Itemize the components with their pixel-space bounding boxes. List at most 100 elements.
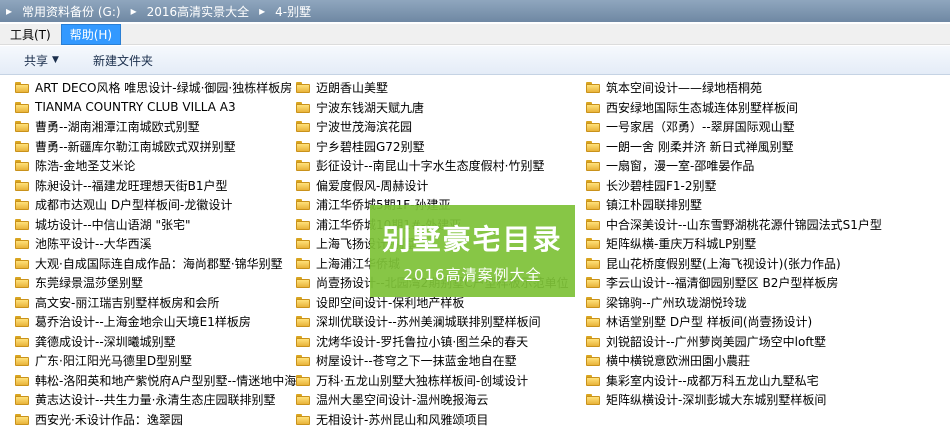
watermark-banner: 别墅豪宅目录 2016高清案例大全 (370, 205, 575, 297)
folder-icon (15, 277, 29, 289)
folder-icon (586, 82, 600, 94)
folder-item[interactable]: 彭征设计--南昆山十字水生态度假村·竹别墅 (296, 156, 569, 176)
folder-item[interactable]: 宁乡碧桂园G72别墅 (296, 137, 569, 157)
folder-icon (15, 199, 29, 211)
folder-item[interactable]: 昆山花桥度假别墅(上海飞视设计)(张力作品) (586, 254, 882, 274)
folder-item[interactable]: 池陈平设计--大华西溪 (15, 234, 296, 254)
folder-name: 筑本空间设计——绿地梧桐苑 (606, 81, 763, 96)
folder-item[interactable]: 一号家居（邓勇）--翠屏国际观山墅 (586, 117, 882, 137)
menu-bar: 工具(T) 帮助(H) (0, 23, 950, 45)
folder-item[interactable]: 陈昶设计--福建龙旺理想天街B1户型 (15, 176, 296, 196)
folder-item[interactable]: 曹勇--湖南湘潭江南城欧式别墅 (15, 117, 296, 137)
folder-icon (15, 238, 29, 250)
folder-item[interactable]: 深圳优联设计--苏州美澜城联排别墅样板间 (296, 312, 569, 332)
folder-item[interactable]: 偏爱度假风-周赫设计 (296, 176, 569, 196)
folder-item[interactable]: 梁锦驹--广州玖珑湖悦玲珑 (586, 293, 882, 313)
folder-item[interactable]: 万科·五龙山别墅大独栋样板间-创域设计 (296, 371, 569, 391)
folder-item[interactable]: 一朗一舍 刚柔并济 新日式禅風别墅 (586, 137, 882, 157)
folder-item[interactable]: 镇江朴园联排别墅 (586, 195, 882, 215)
folder-icon (586, 179, 600, 191)
folder-item[interactable]: 高文安-丽江瑞吉别墅样板房和会所 (15, 293, 296, 313)
folder-item[interactable]: 宁波世茂海滨花园 (296, 117, 569, 137)
folder-name: 高文安-丽江瑞吉别墅样板房和会所 (35, 295, 220, 310)
banner-subtitle: 2016高清案例大全 (403, 265, 542, 284)
folder-name: 宁波世茂海滨花园 (316, 120, 413, 135)
folder-item[interactable]: 成都市达观山 D户型样板间-龙徽设计 (15, 195, 296, 215)
folder-icon (15, 355, 29, 367)
folder-icon (296, 121, 310, 133)
folder-item[interactable]: 东莞绿景温莎堡别墅 (15, 273, 296, 293)
folder-item[interactable]: 集彩室内设计--成都万科五龙山九墅私宅 (586, 371, 882, 391)
folder-item[interactable]: 黄志达设计--共生力量·永清生态庄园联排别墅 (15, 390, 296, 410)
folder-item[interactable]: 迈朗香山美墅 (296, 78, 569, 98)
folder-item[interactable]: 刘锐韶设计--广州萝岗美园广场空中loft墅 (586, 332, 882, 352)
folder-icon (586, 218, 600, 230)
folder-name: 一朗一舍 刚柔并济 新日式禅風别墅 (606, 139, 794, 154)
folder-name: 温州大墨空间设计-温州晚报海云 (316, 393, 489, 408)
folder-item[interactable]: 筑本空间设计——绿地梧桐苑 (586, 78, 882, 98)
folder-name: 集彩室内设计--成都万科五龙山九墅私宅 (606, 373, 819, 388)
folder-name: 曹勇--新疆库尔勒江南城欧式双拼别墅 (35, 139, 236, 154)
menu-item[interactable]: 工具(T) (2, 25, 59, 44)
folder-name: 沈烤华设计-罗托鲁拉小镇·图兰朵的春天 (316, 334, 529, 349)
folder-item[interactable]: 西安光·禾设计作品：逸翠园 (15, 410, 296, 430)
share-button[interactable]: 共享 ▼ (18, 50, 65, 71)
new-folder-button[interactable]: 新建文件夹 (87, 50, 159, 71)
folder-item[interactable]: 西安绿地国际生态城连体别墅样板间 (586, 98, 882, 118)
folder-icon (296, 218, 310, 230)
folder-icon (586, 101, 600, 113)
folder-item[interactable]: TIANMA COUNTRY CLUB VILLA A3 (15, 98, 296, 118)
folder-item[interactable]: 城坊设计--中信山语湖 "张宅" (15, 215, 296, 235)
folder-item[interactable]: ART DECO风格 唯思设计-绿城·御园·独栋样板房 (15, 78, 296, 98)
folder-item[interactable]: 龚德成设计--深圳曦城别墅 (15, 332, 296, 352)
folder-item[interactable]: 一扇窗，漫一室-邵唯晏作品 (586, 156, 882, 176)
menu-item[interactable]: 帮助(H) (60, 23, 122, 45)
folder-item[interactable]: 葛乔治设计--上海金地佘山天境E1样板房 (15, 312, 296, 332)
breadcrumb-segment[interactable]: 常用资料备份 (G:) (18, 3, 125, 20)
folder-name: 矩阵纵横-重庆万科城LP别墅 (606, 237, 757, 252)
folder-icon (586, 160, 600, 172)
folder-item[interactable]: 树屋设计--苍穹之下一抹蓝金地自在墅 (296, 351, 569, 371)
folder-item[interactable]: 李云山设计--福清御园别墅区 B2户型样板房 (586, 273, 882, 293)
folder-item[interactable]: 无相设计-苏州昆山和风雅颂项目 (296, 410, 569, 430)
folder-icon (15, 335, 29, 347)
folder-item[interactable]: 中合深美设计--山东雪野湖桃花源什锦园法式S1户型 (586, 215, 882, 235)
folder-icon (15, 82, 29, 94)
folder-icon (296, 257, 310, 269)
new-folder-label: 新建文件夹 (92, 53, 153, 68)
folder-item[interactable]: 沈烤华设计-罗托鲁拉小镇·图兰朵的春天 (296, 332, 569, 352)
breadcrumb-segment[interactable]: 4-别墅 (271, 3, 315, 20)
folder-name: 树屋设计--苍穹之下一抹蓝金地自在墅 (316, 354, 517, 369)
folder-item[interactable]: 广东·阳江阳光马德里D型别墅 (15, 351, 296, 371)
folder-item[interactable]: 大观·自成国际连自成作品：海尚郡墅·锦华别墅 (15, 254, 296, 274)
folder-icon (296, 335, 310, 347)
folder-name: 无相设计-苏州昆山和风雅颂项目 (316, 412, 489, 427)
folder-item[interactable]: 曹勇--新疆库尔勒江南城欧式双拼别墅 (15, 137, 296, 157)
folder-item[interactable]: 横中横锐意欧洲田園小農莊 (586, 351, 882, 371)
address-bar[interactable]: ▸ 常用资料备份 (G:) ▸ 2016高清实景大全 ▸ 4-别墅 (0, 0, 950, 22)
folder-item[interactable]: 林语堂别墅 D户型 样板间(尚壹扬设计) (586, 312, 882, 332)
folder-icon (15, 374, 29, 386)
folder-icon (586, 374, 600, 386)
folder-icon (15, 121, 29, 133)
folder-item[interactable]: 矩阵纵横设计-深圳彭城大东城别墅样板间 (586, 390, 882, 410)
folder-item[interactable]: 宁波东钱湖天赋九唐 (296, 98, 569, 118)
folder-name: 偏爱度假风-周赫设计 (316, 178, 429, 193)
folder-icon (296, 179, 310, 191)
folder-name: 梁锦驹--广州玖珑湖悦玲珑 (606, 295, 747, 310)
folder-icon (15, 413, 29, 425)
folder-item[interactable]: 温州大墨空间设计-温州晚报海云 (296, 390, 569, 410)
folder-name: TIANMA COUNTRY CLUB VILLA A3 (35, 100, 236, 115)
folder-name: 昆山花桥度假别墅(上海飞视设计)(张力作品) (606, 256, 841, 271)
folder-icon (15, 218, 29, 230)
folder-icon (15, 160, 29, 172)
folder-item[interactable]: 韩松-洛阳英和地产紫悦府A户型别墅--情迷地中海 (15, 371, 296, 391)
folder-icon (296, 101, 310, 113)
breadcrumb-segment[interactable]: 2016高清实景大全 (143, 3, 254, 20)
file-column-3: 筑本空间设计——绿地梧桐苑西安绿地国际生态城连体别墅样板间 一号家居（邓勇）--翠… (586, 78, 882, 410)
folder-name: 彭征设计--南昆山十字水生态度假村·竹别墅 (316, 159, 545, 174)
folder-item[interactable]: 矩阵纵横-重庆万科城LP别墅 (586, 234, 882, 254)
folder-icon (586, 355, 600, 367)
folder-item[interactable]: 陈浩-金地圣艾米论 (15, 156, 296, 176)
folder-item[interactable]: 长沙碧桂园F1-2别墅 (586, 176, 882, 196)
